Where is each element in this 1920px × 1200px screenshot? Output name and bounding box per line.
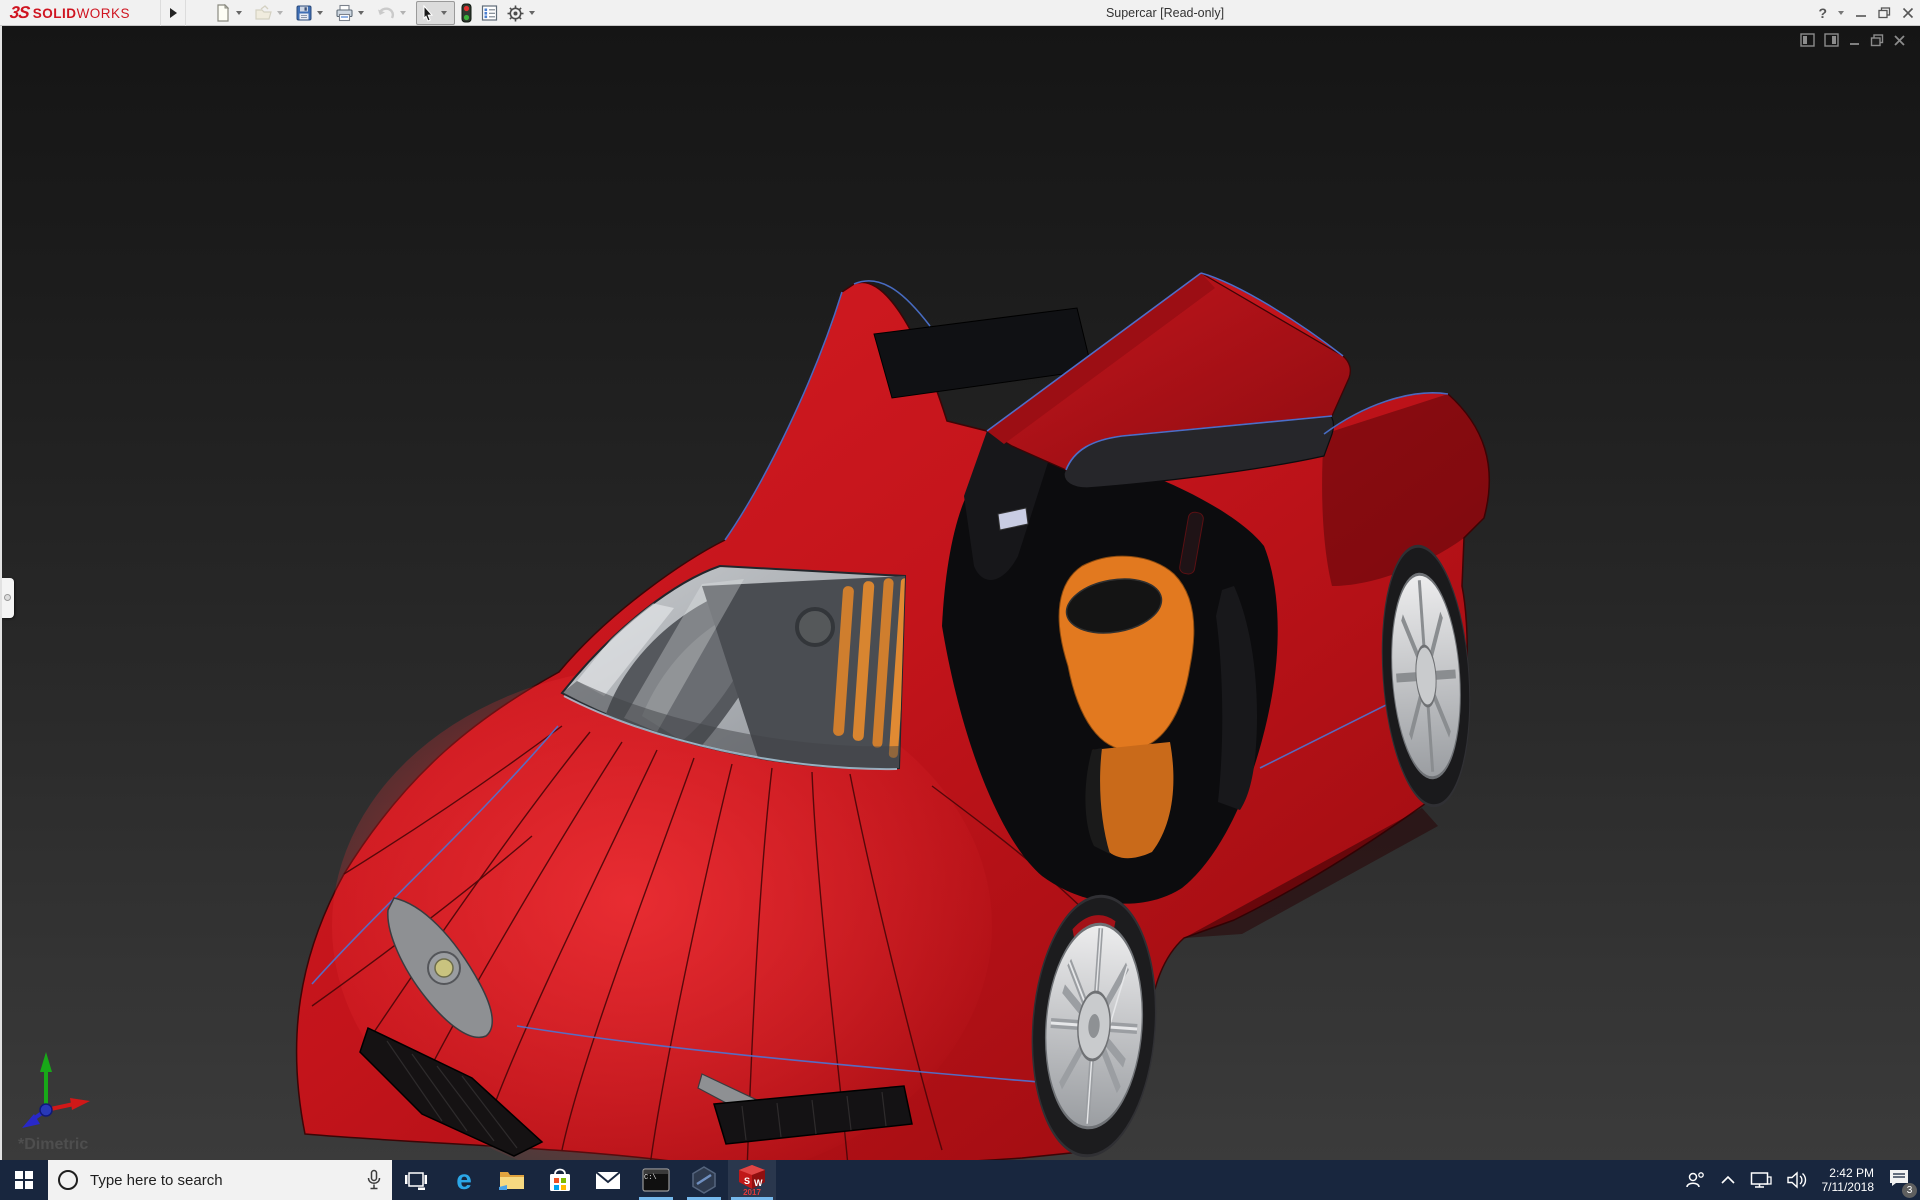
print-button[interactable]	[333, 1, 371, 25]
options-dropdown-caret[interactable]	[529, 11, 535, 15]
brand-light: WORKS	[77, 6, 131, 21]
network-icon[interactable]	[1750, 1171, 1772, 1189]
minimize-button[interactable]	[1855, 7, 1867, 19]
windows-logo-icon	[15, 1171, 33, 1189]
taskbar-app-command-prompt[interactable]: C:\	[632, 1160, 680, 1200]
taskbar: Type here to search e	[0, 1160, 1920, 1200]
open-door[interactable]	[987, 273, 1350, 488]
print-dropdown-caret[interactable]	[358, 11, 364, 15]
people-icon[interactable]	[1684, 1170, 1706, 1190]
flyout-arrow-icon	[170, 8, 177, 18]
clock-date: 7/11/2018	[1822, 1180, 1875, 1194]
quick-toolbar	[212, 0, 545, 26]
taskbar-spacer	[776, 1160, 1684, 1200]
store-icon	[547, 1167, 573, 1193]
child-close-button[interactable]	[1893, 34, 1906, 47]
clock-time: 2:42 PM	[1822, 1166, 1875, 1180]
pane-right-icon[interactable]	[1824, 33, 1839, 47]
child-minimize-button[interactable]	[1848, 34, 1861, 47]
brand-bold: SOLID	[33, 6, 77, 21]
selection-filter-button[interactable]	[458, 1, 475, 25]
solidworks-logo: 3S SOLID WORKS	[10, 2, 130, 24]
view-orientation-label: *Dimetric	[18, 1136, 88, 1154]
toolbar-flyout-button[interactable]	[160, 0, 186, 26]
feature-tree-tab[interactable]	[2, 578, 14, 618]
hidden-icons-chevron[interactable]	[1720, 1175, 1736, 1185]
command-prompt-text: C:\	[644, 1174, 657, 1182]
new-document-button[interactable]	[212, 1, 249, 25]
open-dropdown-caret[interactable]	[277, 11, 283, 15]
notification-badge: 3	[1902, 1183, 1917, 1198]
taskbar-clock[interactable]: 2:42 PM 7/11/2018	[1822, 1166, 1875, 1194]
solidworks-year-label: 2017	[743, 1188, 761, 1197]
taskbar-app-file-explorer[interactable]	[488, 1160, 536, 1200]
options-button[interactable]	[504, 1, 542, 25]
file-properties-button[interactable]	[478, 1, 501, 25]
brand-mark: 3S	[9, 3, 31, 23]
start-button[interactable]	[0, 1160, 48, 1200]
undo-icon	[376, 4, 396, 22]
titlebar: 3S SOLID WORKS	[0, 0, 1920, 26]
select-cursor-icon	[419, 4, 437, 23]
open-button[interactable]	[252, 1, 290, 25]
file-properties-icon	[480, 4, 499, 22]
window-title: Supercar [Read-only]	[1106, 0, 1224, 26]
child-restore-button[interactable]	[1870, 34, 1884, 47]
hexagon-app-icon	[691, 1166, 717, 1194]
tab-handle-icon	[4, 594, 11, 601]
task-view-icon	[404, 1169, 428, 1191]
svg-text:S: S	[744, 1176, 750, 1186]
taskbar-app-hexagon[interactable]	[680, 1160, 728, 1200]
print-icon	[335, 4, 354, 22]
taskbar-app-edge[interactable]: e	[440, 1160, 488, 1200]
microphone-icon[interactable]	[366, 1169, 382, 1191]
help-dropdown-caret[interactable]	[1838, 11, 1844, 15]
solidworks-app-icon: S W	[737, 1164, 767, 1190]
help-button[interactable]: ?	[1818, 5, 1827, 21]
pane-left-icon[interactable]	[1800, 33, 1815, 47]
graphics-viewport[interactable]: *Dimetric	[0, 26, 1920, 1160]
car-model[interactable]	[2, 26, 1920, 1160]
svg-text:W: W	[754, 1178, 763, 1188]
close-button[interactable]	[1902, 7, 1914, 19]
save-dropdown-caret[interactable]	[317, 11, 323, 15]
traffic-light-icon	[460, 3, 473, 23]
open-icon	[254, 4, 273, 22]
system-tray: 2:42 PM 7/11/2018 3	[1684, 1160, 1920, 1200]
select-dropdown-caret[interactable]	[441, 11, 447, 15]
restore-button[interactable]	[1878, 7, 1891, 19]
save-button[interactable]	[293, 1, 330, 25]
window-controls: ?	[1818, 0, 1914, 26]
volume-icon[interactable]	[1786, 1171, 1808, 1189]
taskbar-app-mail[interactable]	[584, 1160, 632, 1200]
new-document-icon	[214, 4, 232, 22]
undo-dropdown-caret[interactable]	[400, 11, 406, 15]
search-input[interactable]: Type here to search	[90, 1172, 366, 1189]
orientation-triad	[8, 1038, 118, 1148]
taskbar-app-store[interactable]	[536, 1160, 584, 1200]
cortana-icon	[58, 1170, 78, 1190]
new-dropdown-caret[interactable]	[236, 11, 242, 15]
edge-icon: e	[456, 1166, 472, 1194]
file-explorer-icon	[498, 1168, 526, 1192]
select-button[interactable]	[416, 1, 455, 25]
gear-icon	[506, 4, 525, 23]
action-center-button[interactable]: 3	[1888, 1168, 1910, 1193]
mail-icon	[594, 1169, 622, 1191]
undo-button[interactable]	[374, 1, 413, 25]
save-icon	[295, 4, 313, 22]
task-view-button[interactable]	[392, 1160, 440, 1200]
taskbar-search[interactable]: Type here to search	[48, 1160, 392, 1200]
taskbar-app-solidworks[interactable]: S W 2017	[728, 1160, 776, 1200]
document-window-controls	[1800, 33, 1906, 47]
